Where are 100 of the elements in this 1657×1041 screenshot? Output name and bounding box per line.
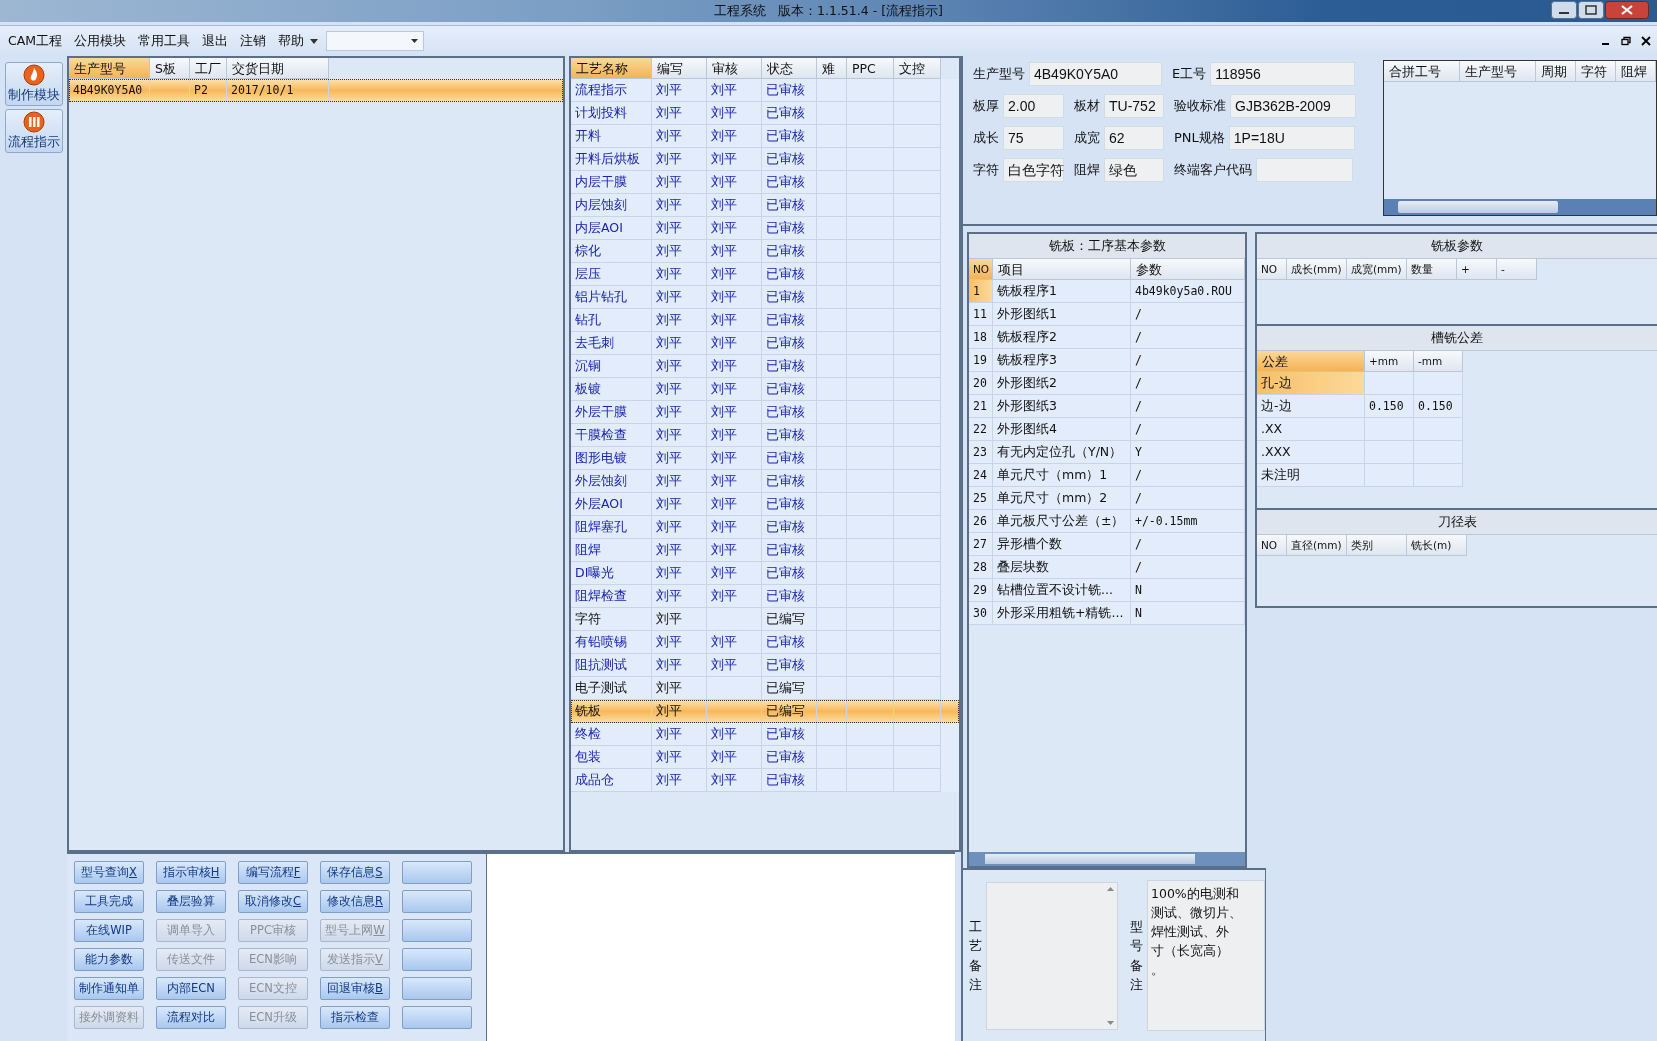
table-row[interactable]: 成品仓 刘平 刘平 已审核 xyxy=(571,769,959,792)
column-header[interactable]: 项目 xyxy=(993,259,1131,280)
table-row[interactable]: 内层蚀刻 刘平 刘平 已审核 xyxy=(571,194,959,217)
menu-item[interactable]: 常用工具 xyxy=(138,32,191,50)
text-field[interactable]: 75 xyxy=(1003,126,1064,150)
action-button[interactable]: 指示审核H xyxy=(156,861,226,884)
table-row[interactable]: 钻孔 刘平 刘平 已审核 xyxy=(571,309,959,332)
table-cell[interactable]: 孔-边 xyxy=(1257,372,1365,395)
column-header[interactable]: 工厂 xyxy=(190,58,227,79)
text-field[interactable] xyxy=(1256,158,1353,182)
text-field[interactable]: 4B49K0Y5A0 xyxy=(1029,62,1162,86)
blank-button[interactable] xyxy=(402,948,472,971)
table-cell[interactable] xyxy=(1365,418,1414,441)
table-row[interactable]: 棕化 刘平 刘平 已审核 xyxy=(571,240,959,263)
column-header[interactable]: +mm xyxy=(1365,351,1414,372)
column-header[interactable]: 字符 xyxy=(1576,61,1616,82)
column-header[interactable]: 成长(mm) xyxy=(1287,259,1347,280)
menu-item[interactable]: 注销 xyxy=(240,32,267,50)
remark-field[interactable]: 100%的电测和 测试、微切片、 焊性测试、外 寸（长宽高） 。 xyxy=(1147,880,1265,1031)
scroll-down-icon[interactable] xyxy=(1107,1020,1114,1025)
table-cell[interactable]: 0.150 xyxy=(1414,395,1463,418)
scrollbar[interactable] xyxy=(969,852,1245,866)
table-row[interactable]: 层压 刘平 刘平 已审核 xyxy=(571,263,959,286)
column-header[interactable]: 生产型号 xyxy=(69,58,150,79)
column-header[interactable]: 公差 xyxy=(1257,351,1365,372)
table-row[interactable]: 计划投料 刘平 刘平 已审核 xyxy=(571,102,959,125)
scrollbar[interactable] xyxy=(1384,199,1656,215)
menu-item[interactable]: 退出 xyxy=(202,32,229,50)
table-cell[interactable]: 边-边 xyxy=(1257,395,1365,418)
maximize-icon[interactable] xyxy=(1578,1,1604,19)
table-cell[interactable]: .XX xyxy=(1257,418,1365,441)
action-button[interactable]: 指示检查 xyxy=(320,1006,390,1029)
table-row[interactable]: 字符 刘平 已编写 xyxy=(571,608,959,631)
text-field[interactable]: 绿色 xyxy=(1104,158,1164,182)
table-cell[interactable] xyxy=(1365,464,1414,487)
table-row[interactable]: 外层蚀刻 刘平 刘平 已审核 xyxy=(571,470,959,493)
column-header[interactable]: + xyxy=(1457,259,1497,280)
column-header[interactable]: 参数 xyxy=(1131,259,1245,280)
action-button[interactable]: 内部ECN xyxy=(156,977,226,1000)
caret-icon[interactable] xyxy=(310,38,319,44)
action-button[interactable]: 修改信息R xyxy=(320,890,390,913)
column-header[interactable]: 状态 xyxy=(762,58,817,79)
column-header[interactable]: 文控 xyxy=(894,58,941,79)
column-header[interactable]: 阻焊 xyxy=(1616,61,1656,82)
table-cell[interactable] xyxy=(1365,372,1414,395)
close-icon[interactable] xyxy=(1605,1,1649,19)
table-row[interactable]: 有铅喷锡 刘平 刘平 已审核 xyxy=(571,631,959,654)
menu-item[interactable]: 帮助 xyxy=(278,32,305,50)
close-icon[interactable] xyxy=(1641,36,1651,46)
module-button[interactable]: 流程指示 xyxy=(4,109,63,153)
text-field[interactable]: 62 xyxy=(1104,126,1164,150)
text-field[interactable]: 118956 xyxy=(1210,62,1356,86)
table-cell[interactable]: .XXX xyxy=(1257,441,1365,464)
table-row[interactable]: 外层干膜 刘平 刘平 已审核 xyxy=(571,401,959,424)
table-cell[interactable]: 未注明 xyxy=(1257,464,1365,487)
table-row[interactable]: 图形电镀 刘平 刘平 已审核 xyxy=(571,447,959,470)
action-button[interactable]: 能力参数 xyxy=(74,948,144,971)
table-row[interactable]: 铝片钻孔 刘平 刘平 已审核 xyxy=(571,286,959,309)
table-row[interactable]: 流程指示 刘平 刘平 已审核 xyxy=(571,79,959,102)
table-row[interactable]: 阻焊塞孔 刘平 刘平 已审核 xyxy=(571,516,959,539)
column-header[interactable]: NO xyxy=(1257,535,1287,556)
remark-field[interactable] xyxy=(986,881,1118,1030)
text-field[interactable]: 白色字符 xyxy=(1003,158,1064,182)
column-header[interactable]: 铣长(m) xyxy=(1407,535,1467,556)
minimize-icon[interactable] xyxy=(1551,1,1577,19)
table-row[interactable]: 去毛刺 刘平 刘平 已审核 xyxy=(571,332,959,355)
text-field[interactable]: 2.00 xyxy=(1003,94,1064,118)
table-row[interactable]: 内层干膜 刘平 刘平 已审核 xyxy=(571,171,959,194)
column-header[interactable]: 工艺名称 xyxy=(571,58,652,79)
column-header[interactable]: 周期 xyxy=(1536,61,1576,82)
column-header[interactable]: -mm xyxy=(1414,351,1463,372)
table-row[interactable]: 开料 刘平 刘平 已审核 xyxy=(571,125,959,148)
action-button[interactable]: 流程对比 xyxy=(156,1006,226,1029)
table-row[interactable]: 阻焊检查 刘平 刘平 已审核 xyxy=(571,585,959,608)
text-field[interactable]: 1P=18U xyxy=(1228,126,1355,150)
action-button[interactable]: 型号查询X xyxy=(74,861,144,884)
table-cell[interactable] xyxy=(1414,418,1463,441)
column-header[interactable]: 成宽(mm) xyxy=(1347,259,1407,280)
table-cell[interactable]: 0.150 xyxy=(1365,395,1414,418)
table-row[interactable]: 阻抗测试 刘平 刘平 已审核 xyxy=(571,654,959,677)
table-cell[interactable] xyxy=(1414,372,1463,395)
module-button[interactable]: 制作模块 xyxy=(4,62,63,106)
table-row[interactable]: 干膜检查 刘平 刘平 已审核 xyxy=(571,424,959,447)
column-header[interactable]: - xyxy=(1497,259,1537,280)
menu-item[interactable]: CAM工程 xyxy=(8,32,63,50)
table-row[interactable]: 包装 刘平 刘平 已审核 xyxy=(571,746,959,769)
text-field[interactable]: TU-752 xyxy=(1104,94,1164,118)
text-field[interactable]: GJB362B-2009 xyxy=(1230,94,1356,118)
column-header[interactable]: 编写 xyxy=(652,58,707,79)
table-row[interactable]: DI曝光 刘平 刘平 已审核 xyxy=(571,562,959,585)
column-header[interactable]: S板 xyxy=(150,58,190,79)
blank-button[interactable] xyxy=(402,890,472,913)
column-header[interactable]: 数量 xyxy=(1407,259,1457,280)
action-button[interactable]: 工具完成 xyxy=(74,890,144,913)
column-header[interactable]: 合拼工号 xyxy=(1384,61,1460,82)
table-row[interactable]: 开料后烘板 刘平 刘平 已审核 xyxy=(571,148,959,171)
column-header[interactable]: 交货日期 xyxy=(227,58,329,79)
action-button[interactable]: 编写流程F xyxy=(238,861,308,884)
action-button[interactable]: 保存信息S xyxy=(320,861,390,884)
column-header[interactable]: 审核 xyxy=(707,58,762,79)
